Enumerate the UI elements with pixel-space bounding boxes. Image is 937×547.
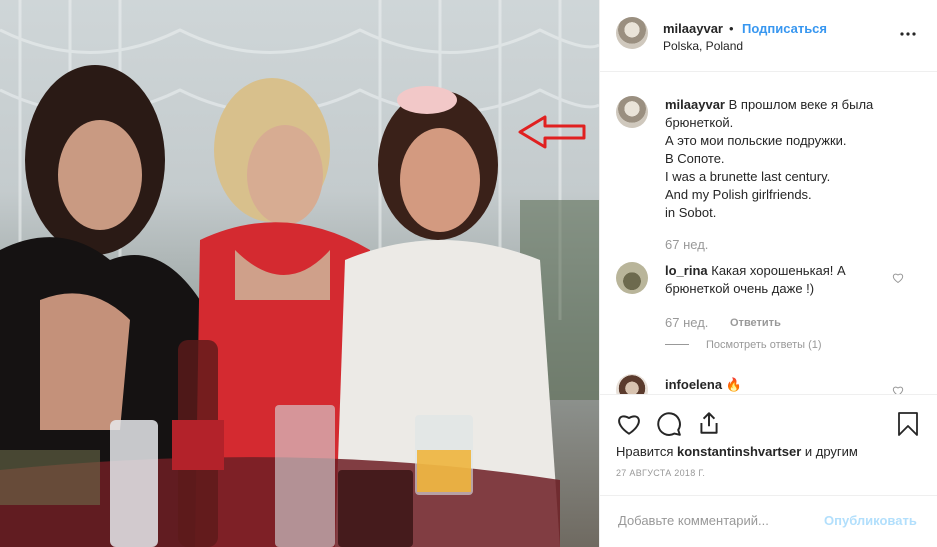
post-date[interactable]: 27 АВГУСТА 2018 Г. <box>616 468 705 478</box>
share-icon[interactable] <box>696 410 722 436</box>
likes-prefix: Нравится <box>616 444 674 459</box>
likes-summary: Нравится konstantinshvartser и другим <box>616 444 858 459</box>
red-arrow-icon <box>518 115 586 149</box>
post-side-panel: milaayvar • Подписаться Polska, Poland m… <box>599 0 937 547</box>
avatar[interactable] <box>616 17 648 49</box>
comment-bubble-icon[interactable] <box>656 411 682 437</box>
more-dots-icon[interactable] <box>898 24 918 44</box>
publish-button[interactable]: Опубликовать <box>824 513 917 528</box>
separator-dot: • <box>729 21 734 36</box>
caption-avatar[interactable] <box>616 96 648 128</box>
view-replies-button[interactable]: Посмотреть ответы (1) <box>706 339 822 351</box>
comment-input[interactable] <box>616 512 820 529</box>
caption-username[interactable]: milaayvar <box>665 97 725 112</box>
likes-user-link[interactable]: konstantinshvartser <box>677 444 801 459</box>
comment-age[interactable]: 67 нед. <box>665 315 708 330</box>
comments-list: milaayvar В прошлом веке я была брюнетко… <box>600 72 937 394</box>
caption-age[interactable]: 67 нед. <box>665 237 708 252</box>
comment-like-icon[interactable] <box>892 385 904 394</box>
view-replies-line <box>665 344 689 345</box>
add-comment-bar: Опубликовать <box>600 495 937 547</box>
comment-item: lo_rina Какая хорошенькая! А брюнеткой о… <box>665 262 895 298</box>
comment-username[interactable]: lo_rina <box>665 263 708 278</box>
post-header: milaayvar • Подписаться Polska, Poland <box>600 0 937 72</box>
caption: milaayvar В прошлом веке я была брюнетко… <box>665 96 915 222</box>
comment-avatar[interactable] <box>616 374 648 394</box>
reply-button[interactable]: Ответить <box>730 317 781 329</box>
likes-suffix[interactable]: и другим <box>805 444 858 459</box>
follow-button[interactable]: Подписаться <box>742 21 827 36</box>
comment-username[interactable]: infoelena <box>665 377 722 392</box>
username-link[interactable]: milaayvar <box>663 21 723 36</box>
location-link[interactable]: Polska, Poland <box>663 39 743 53</box>
comment-avatar[interactable] <box>616 262 648 294</box>
comment-like-icon[interactable] <box>892 272 904 284</box>
caption-text: В прошлом веке я была брюнеткой. А это м… <box>665 97 874 220</box>
fire-emoji-icon: 🔥 <box>725 377 742 392</box>
post-photo[interactable] <box>0 0 599 547</box>
photo-illustration <box>0 0 599 547</box>
like-heart-icon[interactable] <box>616 411 642 437</box>
bookmark-icon[interactable] <box>896 411 920 437</box>
comment-item: infoelena 🔥 <box>665 376 742 394</box>
